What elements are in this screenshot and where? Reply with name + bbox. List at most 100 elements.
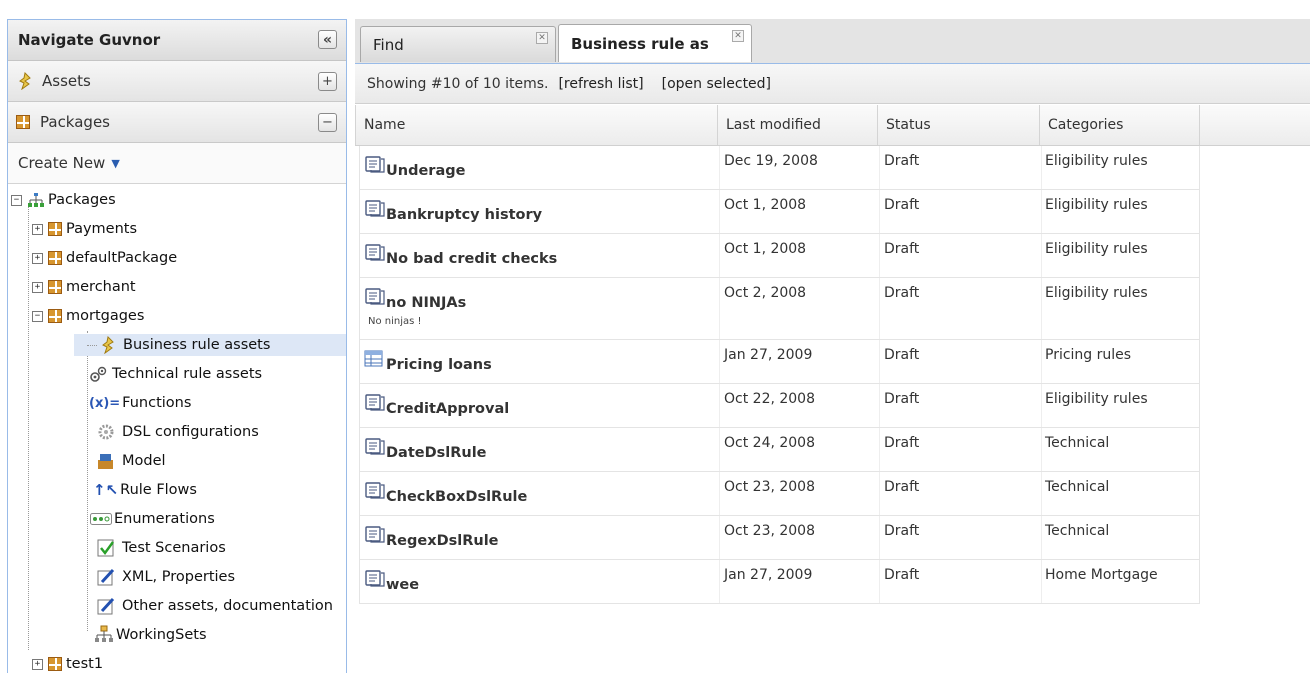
tree-label: test1 — [66, 656, 104, 672]
asset-name[interactable]: no NINJAs — [386, 295, 466, 311]
tree-node-mortgages[interactable]: − mortgages — [32, 305, 144, 327]
table-row[interactable]: CreditApproval Oct 22, 2008 Draft Eligibili… — [359, 384, 1200, 428]
asset-name[interactable]: RegexDslRule — [386, 533, 499, 549]
status-cell: Draft — [884, 479, 920, 495]
packages-collapse-button[interactable]: − — [318, 113, 337, 132]
tab-business-rule-assets[interactable]: Business rule as ✕ — [558, 24, 752, 62]
tree-node-model[interactable]: Model — [74, 450, 166, 472]
column-header-status[interactable]: Status — [878, 105, 1040, 145]
tree-node-rule-flows[interactable]: ↑↖ Rule Flows — [74, 479, 197, 501]
tree-node-defaultpackage[interactable]: + defaultPackage — [32, 247, 177, 269]
category-cell: Eligibility rules — [1045, 391, 1148, 407]
asset-name[interactable]: Pricing loans — [386, 357, 492, 373]
tree-label: Other assets, documentation — [122, 598, 333, 614]
collapse-panel-button[interactable]: « — [318, 30, 337, 49]
tree-node-payments[interactable]: + Payments — [32, 218, 137, 240]
tree-node-workingsets[interactable]: WorkingSets — [74, 624, 207, 646]
collapse-toggle-icon[interactable]: − — [11, 194, 22, 206]
asset-name[interactable]: Bankruptcy history — [386, 207, 542, 223]
rule-icon — [364, 244, 385, 261]
asset-name[interactable]: CheckBoxDslRule — [386, 489, 527, 505]
create-new-menu[interactable]: Create New ▼ — [8, 143, 346, 184]
tree-node-xml-properties[interactable]: XML, Properties — [74, 566, 235, 588]
table-row[interactable]: RegexDslRule Oct 23, 2008 Draft Technical — [359, 516, 1200, 560]
last-modified-cell: Oct 1, 2008 — [724, 197, 807, 213]
table-row[interactable]: Underage Dec 19, 2008 Draft Eligibility rul… — [359, 146, 1200, 190]
asset-name-cell[interactable]: DateDslRule — [364, 437, 487, 461]
asset-name-cell[interactable]: CheckBoxDslRule — [364, 481, 527, 505]
asset-name-cell[interactable]: No bad credit checks — [364, 243, 557, 267]
last-modified-cell: Oct 2, 2008 — [724, 285, 807, 301]
tree-node-enumerations[interactable]: Enumerations — [74, 508, 215, 530]
column-divider — [719, 516, 720, 559]
status-cell: Draft — [884, 285, 920, 301]
column-divider — [719, 190, 720, 233]
tree-label: Packages — [48, 192, 116, 208]
status-cell: Draft — [884, 153, 920, 169]
asset-name[interactable]: DateDslRule — [386, 445, 487, 461]
tree-node-functions[interactable]: (x)= Functions — [74, 392, 191, 414]
open-selected-link[interactable]: [open selected] — [662, 76, 771, 92]
asset-name[interactable]: CreditApproval — [386, 401, 509, 417]
table-row[interactable]: no NINJAs No ninjas ! Oct 2, 2008 Draft Elig… — [359, 278, 1200, 340]
expand-toggle-icon[interactable]: + — [32, 252, 43, 264]
table-row[interactable]: Pricing loans Jan 27, 2009 Draft Pricing ru… — [359, 340, 1200, 384]
column-divider — [719, 472, 720, 515]
tree-label: defaultPackage — [66, 250, 178, 266]
tree-node-merchant[interactable]: + merchant — [32, 276, 136, 298]
assets-section-header[interactable]: Assets + — [8, 61, 346, 102]
tab-find[interactable]: Find ✕ — [360, 26, 556, 62]
asset-name-cell[interactable]: CreditApproval — [364, 393, 509, 417]
tree-node-packages-root[interactable]: − Packages — [11, 189, 116, 211]
tree-node-dsl-configurations[interactable]: DSL configurations — [74, 421, 259, 443]
tab-label: Business rule as — [571, 34, 709, 53]
column-divider — [719, 146, 720, 189]
expand-toggle-icon[interactable]: + — [32, 223, 43, 235]
table-row[interactable]: CheckBoxDslRule Oct 23, 2008 Draft Technica… — [359, 472, 1200, 516]
rule-icon — [364, 570, 385, 587]
status-cell: Draft — [884, 435, 920, 451]
rule-icon — [364, 482, 385, 499]
asset-name-cell[interactable]: Bankruptcy history — [364, 199, 542, 223]
table-row[interactable]: Bankruptcy history Oct 1, 2008 Draft Eligib… — [359, 190, 1200, 234]
close-icon[interactable]: ✕ — [536, 32, 548, 44]
asset-name-cell[interactable]: Pricing loans — [364, 349, 492, 373]
collapse-toggle-icon[interactable]: − — [32, 310, 43, 322]
test-scenario-icon — [97, 539, 115, 557]
asset-name-cell[interactable]: no NINJAs — [364, 287, 466, 311]
asset-name-cell[interactable]: RegexDslRule — [364, 525, 499, 549]
asset-name[interactable]: wee — [386, 577, 419, 593]
status-cell: Draft — [884, 523, 920, 539]
column-header-categories[interactable]: Categories — [1040, 105, 1200, 145]
close-icon[interactable]: ✕ — [732, 30, 744, 42]
status-cell: Draft — [884, 197, 920, 213]
column-header-last-modified[interactable]: Last modified — [718, 105, 878, 145]
asset-name-cell[interactable]: Underage — [364, 155, 465, 179]
tree-label: Test Scenarios — [122, 540, 226, 556]
double-chevron-left-icon: « — [322, 31, 333, 48]
packages-section-header[interactable]: Packages − — [8, 102, 346, 143]
table-row[interactable]: DateDslRule Oct 24, 2008 Draft Technical — [359, 428, 1200, 472]
expand-toggle-icon[interactable]: + — [32, 281, 43, 293]
minus-icon: − — [322, 115, 333, 130]
asset-name[interactable]: Underage — [386, 163, 465, 179]
refresh-list-link[interactable]: [refresh list] — [558, 76, 643, 92]
tree-node-technical-rule-assets[interactable]: Technical rule assets — [74, 363, 262, 385]
tree-node-other-assets[interactable]: Other assets, documentation — [74, 595, 333, 617]
tree-node-test-scenarios[interactable]: Test Scenarios — [74, 537, 226, 559]
column-divider — [719, 234, 720, 277]
tree-node-business-rule-assets[interactable]: Business rule assets — [74, 334, 346, 356]
package-hierarchy-icon — [28, 193, 44, 207]
tree-label: mortgages — [66, 308, 145, 324]
asset-name[interactable]: No bad credit checks — [386, 251, 557, 267]
column-divider — [1041, 234, 1042, 277]
tree-node-test1[interactable]: + test1 — [32, 653, 103, 673]
assets-expand-button[interactable]: + — [318, 72, 337, 91]
table-row[interactable]: No bad credit checks Oct 1, 2008 Draft Elig… — [359, 234, 1200, 278]
column-divider — [1041, 278, 1042, 339]
expand-toggle-icon[interactable]: + — [32, 658, 43, 670]
table-row[interactable]: wee Jan 27, 2009 Draft Home Mortgage — [359, 560, 1200, 604]
column-header-name[interactable]: Name — [355, 105, 718, 145]
asset-name-cell[interactable]: wee — [364, 569, 419, 593]
category-cell: Eligibility rules — [1045, 153, 1148, 169]
